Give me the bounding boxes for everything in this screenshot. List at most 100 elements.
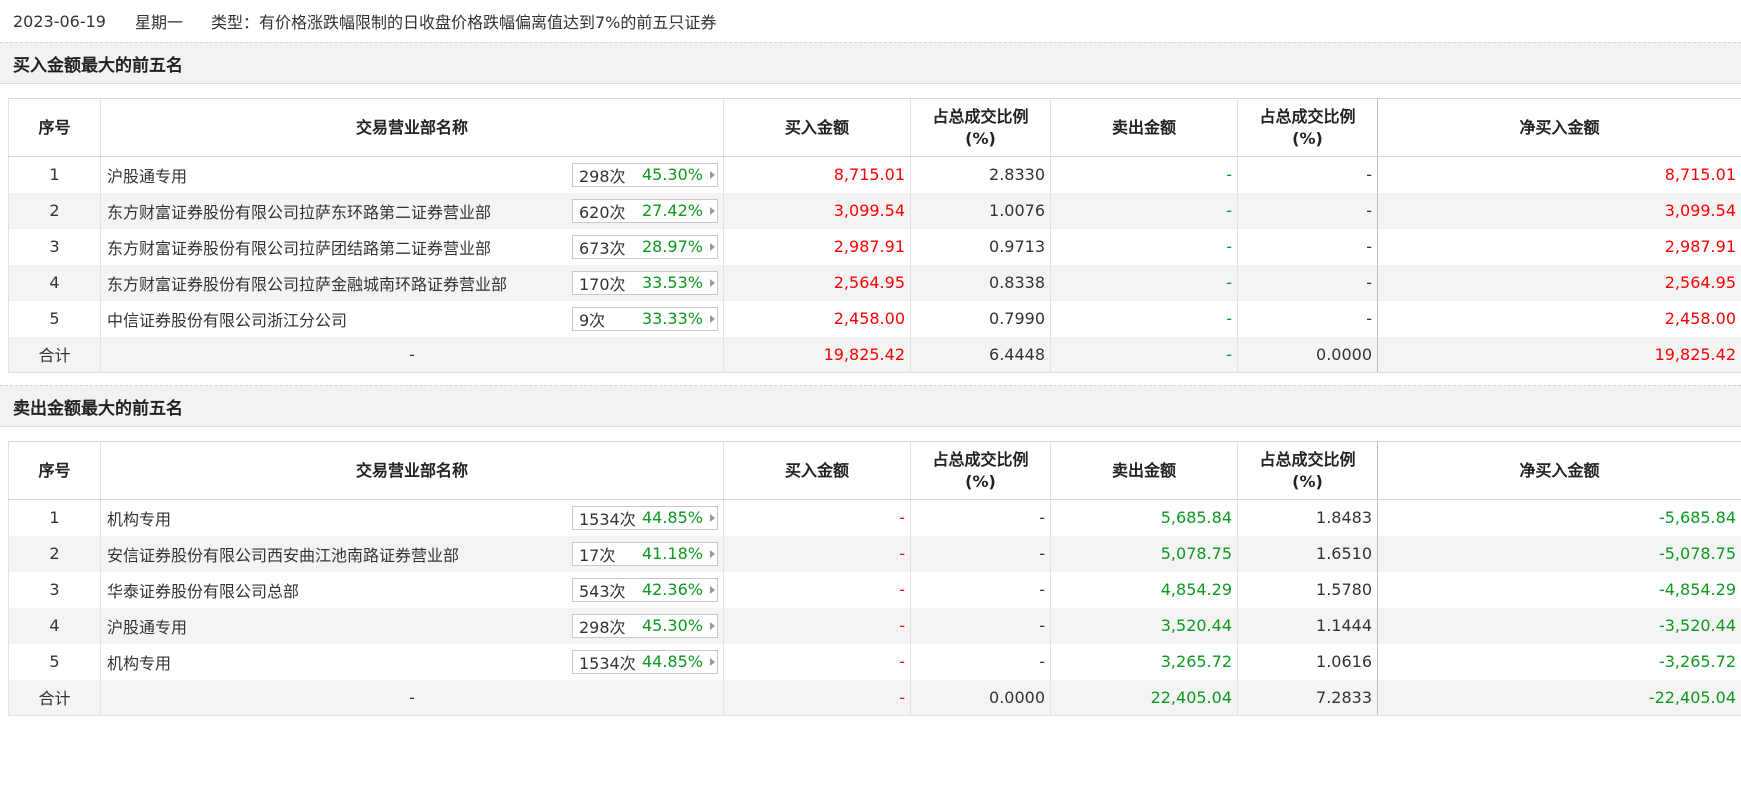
total-name: - bbox=[100, 679, 724, 716]
sell-ratio: 1.8483 bbox=[1237, 499, 1378, 536]
broker-stats-badge[interactable]: 673次 28.97% bbox=[572, 234, 718, 259]
sell-ratio: - bbox=[1237, 300, 1378, 337]
triangle-right-icon bbox=[707, 242, 717, 251]
buy-amount: 2,564.95 bbox=[723, 264, 911, 301]
buy-amount: 2,458.00 bbox=[723, 300, 911, 337]
col-header-buy-ratio-unit: (%) bbox=[965, 471, 996, 491]
net-amount: 2,987.91 bbox=[1377, 228, 1741, 265]
total-buy-amount: - bbox=[723, 679, 911, 716]
row-index: 5 bbox=[8, 643, 101, 680]
broker-stats-badge[interactable]: 298次 45.30% bbox=[572, 162, 718, 187]
broker-count: 620次 bbox=[579, 202, 626, 222]
sell-ratio: - bbox=[1237, 156, 1378, 193]
total-buy-ratio: 0.0000 bbox=[910, 679, 1051, 716]
sell-section-title: 卖出金额最大的前五名 bbox=[0, 385, 1741, 427]
broker-name-link[interactable]: 沪股通专用 bbox=[107, 163, 187, 187]
table-row: 1 沪股通专用 298次 45.30% 8,715.01 2.8330 - - 8,… bbox=[8, 156, 1741, 193]
sell-amount: - bbox=[1050, 156, 1238, 193]
col-header-buy-ratio: 占总成交比例 (%) bbox=[910, 98, 1051, 157]
broker-count: 543次 bbox=[579, 581, 626, 601]
col-header-buy-ratio-label: 占总成交比例 bbox=[932, 106, 1029, 126]
broker-name-link[interactable]: 华泰证券股份有限公司总部 bbox=[107, 578, 299, 602]
broker-stats-badge[interactable]: 9次 33.33% bbox=[572, 306, 718, 331]
broker-stats-badge[interactable]: 543次 42.36% bbox=[572, 577, 718, 602]
broker-count: 298次 bbox=[579, 166, 626, 186]
total-sell-amount: - bbox=[1050, 336, 1238, 373]
broker-name-link[interactable]: 安信证券股份有限公司西安曲江池南路证券营业部 bbox=[107, 542, 459, 566]
sell-ratio: - bbox=[1237, 228, 1378, 265]
sell-amount: - bbox=[1050, 228, 1238, 265]
sell-ratio: 1.6510 bbox=[1237, 535, 1378, 572]
broker-stats-badge[interactable]: 298次 45.30% bbox=[572, 613, 718, 638]
table-row: 5 机构专用 1534次 44.85% - - 3,265.72 1.0616 -3… bbox=[8, 643, 1741, 680]
net-amount: 3,099.54 bbox=[1377, 192, 1741, 229]
broker-name-link[interactable]: 沪股通专用 bbox=[107, 614, 187, 638]
buy-ratio: - bbox=[910, 535, 1051, 572]
buy-table-body: 1 沪股通专用 298次 45.30% 8,715.01 2.8330 - - 8,… bbox=[8, 156, 1741, 373]
total-net-amount: 19,825.42 bbox=[1377, 336, 1741, 373]
broker-name-link[interactable]: 机构专用 bbox=[107, 650, 171, 674]
table-row: 1 机构专用 1534次 44.85% - - 5,685.84 1.8483 -5… bbox=[8, 499, 1741, 536]
broker-rate: 42.36% bbox=[641, 580, 703, 599]
col-header-sell: 卖出金额 bbox=[1050, 98, 1238, 157]
total-buy-amount: 19,825.42 bbox=[723, 336, 911, 373]
broker-count: 17次 bbox=[579, 545, 616, 565]
row-index: 2 bbox=[8, 535, 101, 572]
broker-stats-badge[interactable]: 1534次 44.85% bbox=[572, 649, 718, 674]
broker-name-link[interactable]: 东方财富证券股份有限公司拉萨金融城南环路证券营业部 bbox=[107, 271, 507, 295]
sell-amount: 3,265.72 bbox=[1050, 643, 1238, 680]
triangle-right-icon bbox=[707, 657, 717, 666]
row-index: 5 bbox=[8, 300, 101, 337]
broker-stats-badge[interactable]: 1534次 44.85% bbox=[572, 505, 718, 530]
table-row: 3 华泰证券股份有限公司总部 543次 42.36% - - 4,854.29 1.… bbox=[8, 571, 1741, 608]
broker-name-link[interactable]: 机构专用 bbox=[107, 506, 171, 530]
net-amount: -3,265.72 bbox=[1377, 643, 1741, 680]
broker-cell: 沪股通专用 298次 45.30% bbox=[100, 607, 724, 644]
net-amount: -3,520.44 bbox=[1377, 607, 1741, 644]
broker-cell: 东方财富证券股份有限公司拉萨东环路第二证券营业部 620次 27.42% bbox=[100, 192, 724, 229]
triangle-right-icon bbox=[707, 585, 717, 594]
broker-cell: 东方财富证券股份有限公司拉萨团结路第二证券营业部 673次 28.97% bbox=[100, 228, 724, 265]
broker-stats-badge[interactable]: 170次 33.53% bbox=[572, 270, 718, 295]
row-index: 1 bbox=[8, 499, 101, 536]
net-amount: -4,854.29 bbox=[1377, 571, 1741, 608]
buy-ratio: - bbox=[910, 607, 1051, 644]
sell-ratio: - bbox=[1237, 264, 1378, 301]
buy-amount: 8,715.01 bbox=[723, 156, 911, 193]
col-header-sell-ratio-unit: (%) bbox=[1292, 471, 1323, 491]
buy-ratio: 0.7990 bbox=[910, 300, 1051, 337]
buy-ratio: 0.9713 bbox=[910, 228, 1051, 265]
sell-amount: 4,854.29 bbox=[1050, 571, 1238, 608]
buy-ratio: 1.0076 bbox=[910, 192, 1051, 229]
col-header-idx: 序号 bbox=[8, 98, 101, 157]
broker-count: 673次 bbox=[579, 238, 626, 258]
col-header-sell-ratio-label: 占总成交比例 bbox=[1259, 106, 1356, 126]
broker-rate: 33.53% bbox=[641, 273, 703, 292]
broker-name-link[interactable]: 东方财富证券股份有限公司拉萨团结路第二证券营业部 bbox=[107, 235, 491, 259]
broker-name-link[interactable]: 东方财富证券股份有限公司拉萨东环路第二证券营业部 bbox=[107, 199, 491, 223]
table-row: 2 东方财富证券股份有限公司拉萨东环路第二证券营业部 620次 27.42% 3,0… bbox=[8, 192, 1741, 229]
buy-ratio: - bbox=[910, 571, 1051, 608]
triangle-right-icon bbox=[707, 513, 717, 522]
buy-amount: 3,099.54 bbox=[723, 192, 911, 229]
triangle-right-icon bbox=[707, 314, 717, 323]
sell-ratio: 1.0616 bbox=[1237, 643, 1378, 680]
total-label: 合计 bbox=[8, 336, 101, 373]
col-header-sell-ratio-label: 占总成交比例 bbox=[1259, 449, 1356, 469]
broker-count: 1534次 bbox=[579, 653, 636, 673]
buy-ratio: - bbox=[910, 499, 1051, 536]
broker-stats-badge[interactable]: 17次 41.18% bbox=[572, 541, 718, 566]
total-name: - bbox=[100, 336, 724, 373]
table-row: 3 东方财富证券股份有限公司拉萨团结路第二证券营业部 673次 28.97% 2,9… bbox=[8, 228, 1741, 265]
col-header-idx: 序号 bbox=[8, 441, 101, 500]
sell-ratio: 1.5780 bbox=[1237, 571, 1378, 608]
broker-stats-badge[interactable]: 620次 27.42% bbox=[572, 198, 718, 223]
triangle-right-icon bbox=[707, 206, 717, 215]
row-index: 4 bbox=[8, 264, 101, 301]
total-row: 合计 - - 0.0000 22,405.04 7.2833 -22,405.0… bbox=[8, 679, 1741, 716]
sell-amount: 3,520.44 bbox=[1050, 607, 1238, 644]
col-header-buy-ratio-label: 占总成交比例 bbox=[932, 449, 1029, 469]
broker-name-link[interactable]: 中信证券股份有限公司浙江分公司 bbox=[107, 307, 347, 331]
